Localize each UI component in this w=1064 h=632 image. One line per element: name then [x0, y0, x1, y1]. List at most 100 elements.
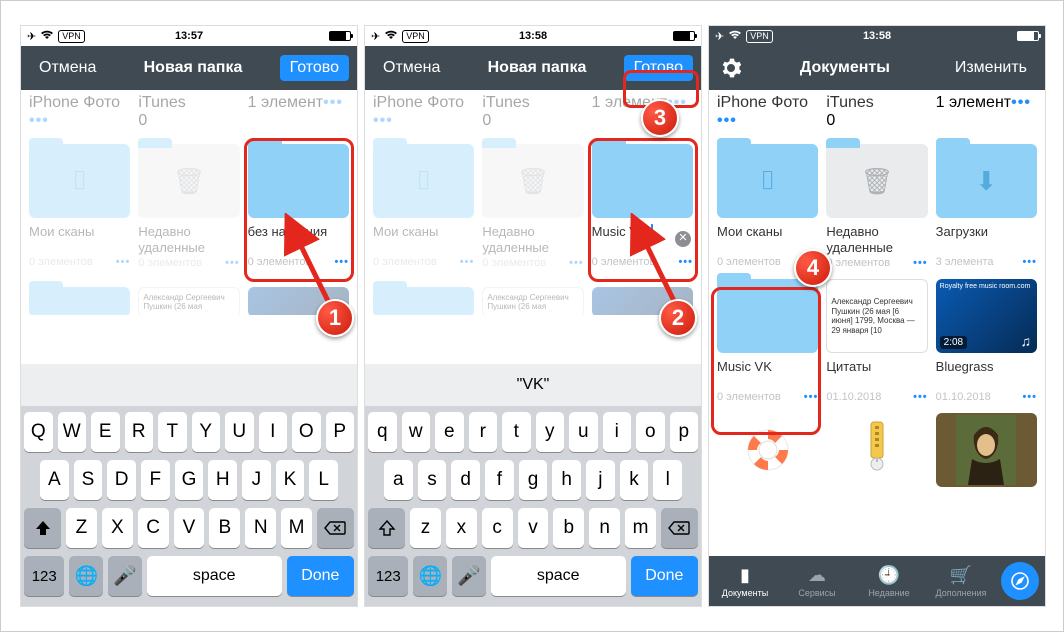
key-m[interactable]: m [625, 508, 656, 548]
key-e[interactable]: E [91, 412, 120, 452]
suggestion-bar[interactable]: "VK" [365, 364, 701, 406]
key-y[interactable]: y [536, 412, 565, 452]
globe-key[interactable]: 🌐 [69, 556, 103, 596]
file-quotes[interactable]: Александр Сергеевич Пушкин (26 мая [6 ию… [822, 273, 931, 407]
key-x[interactable]: x [446, 508, 477, 548]
more-icon[interactable]: ••• [29, 112, 49, 129]
key-c[interactable]: C [138, 508, 169, 548]
key-v[interactable]: V [174, 508, 205, 548]
folder-musicvk[interactable]: Music VK 0 элементов••• [713, 273, 822, 407]
key-a[interactable]: A [40, 460, 69, 500]
key-z[interactable]: z [410, 508, 441, 548]
key-z[interactable]: Z [66, 508, 97, 548]
key-h[interactable]: H [208, 460, 237, 500]
key-s[interactable]: S [74, 460, 103, 500]
folder-trash[interactable]: 🗑 Недавно удаленные 0 элементов••• [478, 138, 587, 273]
backspace-key[interactable] [661, 508, 698, 548]
settings-button[interactable] [717, 54, 745, 82]
browser-button[interactable] [1001, 562, 1039, 600]
key-q[interactable]: q [368, 412, 397, 452]
edit-button[interactable]: Изменить [945, 55, 1037, 81]
key-w[interactable]: W [58, 412, 87, 452]
tab-documents[interactable]: ▮Документы [709, 556, 781, 606]
space-key[interactable]: space [491, 556, 626, 596]
file-help[interactable] [713, 407, 822, 491]
globe-key[interactable]: 🌐 [413, 556, 447, 596]
file-bluegrass[interactable]: Royalty free music room.com2:08♫ Bluegra… [932, 273, 1041, 407]
key-t[interactable]: t [502, 412, 531, 452]
done-button[interactable]: Готово [624, 55, 693, 81]
key-d[interactable]: d [451, 460, 480, 500]
key-j[interactable]: J [242, 460, 271, 500]
key-n[interactable]: N [245, 508, 276, 548]
cancel-button[interactable]: Отмена [373, 55, 450, 81]
key-h[interactable]: h [552, 460, 581, 500]
key-n[interactable]: n [589, 508, 620, 548]
key-u[interactable]: u [569, 412, 598, 452]
key-p[interactable]: p [670, 412, 699, 452]
folder-name-input[interactable]: Music VK ✕ [592, 224, 693, 254]
key-k[interactable]: k [620, 460, 649, 500]
folder-scans[interactable]: ⌷ Мои сканы 0 элементов••• [25, 138, 134, 273]
key-q[interactable]: Q [24, 412, 53, 452]
key-y[interactable]: Y [192, 412, 221, 452]
shift-key[interactable] [24, 508, 61, 548]
keyboard[interactable]: "VK" qwertyuiop asdfghjkl zxcvbnm 123 🌐 … [365, 364, 701, 607]
numbers-key[interactable]: 123 [368, 556, 408, 596]
key-a[interactable]: a [384, 460, 413, 500]
folder-new-musicvk[interactable]: Music VK ✕ 0 элементов••• [588, 138, 697, 273]
cancel-button[interactable]: Отмена [29, 55, 106, 81]
suggestion-bar[interactable] [21, 364, 357, 406]
clear-text-icon[interactable]: ✕ [675, 231, 691, 247]
key-v[interactable]: v [518, 508, 549, 548]
key-o[interactable]: o [636, 412, 665, 452]
folder-new-unnamed[interactable]: без названия 0 элементов••• [244, 138, 353, 273]
key-c[interactable]: c [482, 508, 513, 548]
mic-key[interactable]: 🎤 [452, 556, 486, 596]
key-m[interactable]: M [281, 508, 312, 548]
space-key[interactable]: space [147, 556, 282, 596]
tab-services[interactable]: ☁Сервисы [781, 556, 853, 606]
keyboard-done-key[interactable]: Done [287, 556, 354, 596]
tab-recent[interactable]: 🕘Недавние [853, 556, 925, 606]
file-monalisa[interactable] [932, 407, 1041, 491]
key-t[interactable]: T [158, 412, 187, 452]
key-f[interactable]: F [141, 460, 170, 500]
key-x[interactable]: X [102, 508, 133, 548]
shift-key[interactable] [368, 508, 405, 548]
keyboard[interactable]: QWERTYUIOP ASDFGHJKL ZXCVBNM 123 🌐 🎤 spa… [21, 364, 357, 607]
key-k[interactable]: K [276, 460, 305, 500]
key-e[interactable]: e [435, 412, 464, 452]
file-archive[interactable] [822, 407, 931, 491]
key-l[interactable]: L [309, 460, 338, 500]
key-p[interactable]: P [326, 412, 355, 452]
key-i[interactable]: i [603, 412, 632, 452]
tab-addons[interactable]: 🛒Дополнения [925, 556, 997, 606]
key-o[interactable]: O [292, 412, 321, 452]
more-icon[interactable]: ••• [116, 256, 131, 268]
key-b[interactable]: B [209, 508, 240, 548]
folder-trash[interactable]: 🗑 Недавно удаленные 0 элементов••• [822, 138, 931, 273]
key-i[interactable]: I [259, 412, 288, 452]
key-g[interactable]: G [175, 460, 204, 500]
key-b[interactable]: b [553, 508, 584, 548]
key-s[interactable]: s [418, 460, 447, 500]
numbers-key[interactable]: 123 [24, 556, 64, 596]
done-button[interactable]: Готово [280, 55, 349, 81]
key-f[interactable]: f [485, 460, 514, 500]
key-d[interactable]: D [107, 460, 136, 500]
key-r[interactable]: R [125, 412, 154, 452]
key-u[interactable]: U [225, 412, 254, 452]
key-l[interactable]: l [653, 460, 682, 500]
folder-scans[interactable]: ⌷ Мои сканы 0 элементов••• [369, 138, 478, 273]
folder-name-input[interactable]: без названия [248, 224, 349, 254]
folder-downloads[interactable]: ⬇ Загрузки 3 элемента••• [932, 138, 1041, 273]
key-j[interactable]: j [586, 460, 615, 500]
keyboard-done-key[interactable]: Done [631, 556, 698, 596]
backspace-key[interactable] [317, 508, 354, 548]
mic-key[interactable]: 🎤 [108, 556, 142, 596]
folder-trash[interactable]: 🗑 Недавно удаленные 0 элементов••• [134, 138, 243, 273]
key-g[interactable]: g [519, 460, 548, 500]
key-r[interactable]: r [469, 412, 498, 452]
key-w[interactable]: w [402, 412, 431, 452]
